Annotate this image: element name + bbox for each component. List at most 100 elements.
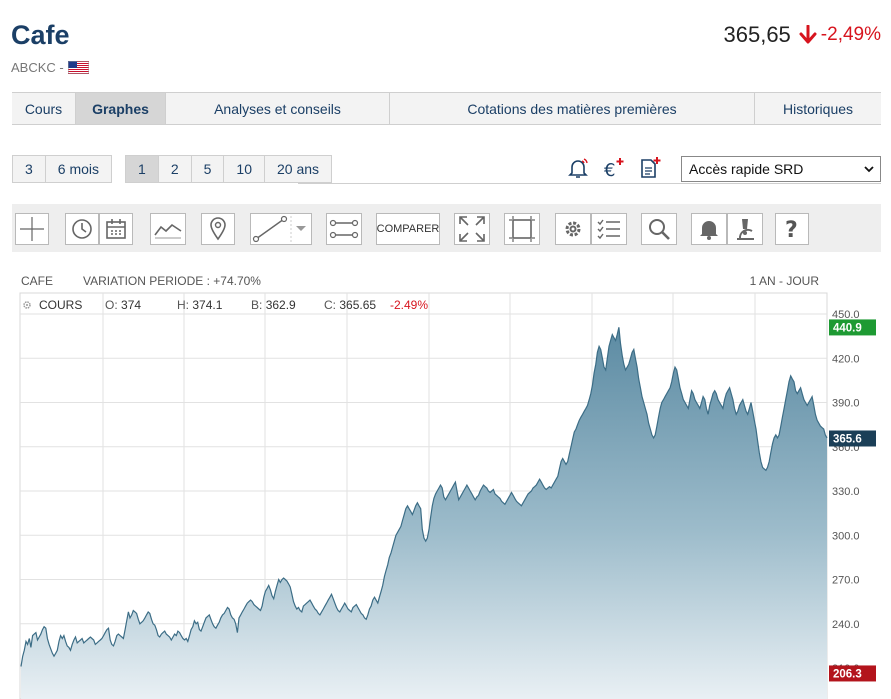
ohlc-high-label: H: <box>177 298 189 312</box>
period-6-months[interactable]: 6 mois <box>46 156 111 182</box>
period-20-years[interactable]: 20 ans <box>265 156 331 182</box>
arrow-down-icon <box>799 25 817 44</box>
period-group-years: 1 2 5 10 20 ans <box>125 155 333 183</box>
chart-toolbar: COMPARER ? <box>12 204 881 252</box>
trendline-icon <box>252 215 306 243</box>
document-add-icon[interactable] <box>637 155 663 181</box>
ticker-code: ABCKC - <box>11 60 64 75</box>
clock-icon <box>72 219 92 239</box>
ohlc-bar: COURS O: 374 H: 374.1 B: 362.9 C: 365.65… <box>21 296 428 314</box>
tab-cours[interactable]: Cours <box>12 93 76 124</box>
period-5-years[interactable]: 5 <box>192 156 225 182</box>
crosshair-tool[interactable] <box>15 213 49 245</box>
tab-analyses[interactable]: Analyses et conseils <box>166 93 390 124</box>
period-10-years[interactable]: 10 <box>224 156 265 182</box>
ohlc-low-label: B: <box>251 298 263 312</box>
fullscreen-tool[interactable] <box>454 213 490 245</box>
map-pin-icon <box>210 217 226 241</box>
ohlc-open: O: 374 <box>105 296 177 314</box>
us-flag-icon <box>67 61 89 74</box>
period-1-year[interactable]: 1 <box>126 156 159 182</box>
compare-button[interactable]: COMPARER <box>376 213 440 245</box>
tab-graphes[interactable]: Graphes <box>76 93 166 124</box>
euro-add-icon[interactable]: € <box>601 155 627 181</box>
ohlc-open-value: 374 <box>121 298 142 312</box>
price-box: 365,65 -2,49% <box>724 22 882 48</box>
search-tool[interactable] <box>641 213 677 245</box>
ohlc-high: H: 374.1 <box>177 296 251 314</box>
frame-icon <box>509 216 535 242</box>
last-price: 365,65 <box>723 22 791 47</box>
range-icon <box>329 219 359 239</box>
ticker-line: ABCKC - <box>11 60 89 75</box>
expand-icon <box>459 216 485 242</box>
ytick-label: 240.0 <box>832 619 860 631</box>
page-header: Cafe ABCKC - 365,65 -2,49% <box>0 0 891 86</box>
tab-historiques[interactable]: Historiques <box>755 93 881 124</box>
ohlc-series-name: COURS <box>39 298 83 312</box>
indicators-tool[interactable] <box>591 213 627 245</box>
ohlc-change-value: -2.49% <box>390 298 429 312</box>
chart-variation: VARIATION PERIODE : +74.70% <box>83 274 261 288</box>
gear-icon <box>565 221 581 237</box>
search-icon <box>649 219 670 240</box>
quick-actions: € <box>565 155 663 181</box>
calendar-icon <box>106 219 126 239</box>
settings-tool[interactable] <box>555 213 591 245</box>
main-tabs: Cours Graphes Analyses et conseils Cotat… <box>12 92 881 125</box>
alert-bell-icon[interactable] <box>565 155 591 181</box>
period-divider <box>298 183 881 184</box>
ohlc-close-label: C: <box>324 298 336 312</box>
svg-text:€: € <box>604 160 615 180</box>
ohlc-high-value: 374.1 <box>192 298 223 312</box>
quick-access-select[interactable]: Accès rapide SRD <box>681 156 881 182</box>
ohlc-close-value: 365.65 <box>339 298 377 312</box>
ytick-label: 300.0 <box>832 530 860 542</box>
ytick-label: 420.0 <box>832 353 860 365</box>
chart-type-tool[interactable] <box>150 213 186 245</box>
chart-instrument-name: CAFE <box>21 274 54 288</box>
compare-label: COMPARER <box>376 223 440 235</box>
ytick-label: 270.0 <box>832 575 860 587</box>
svg-text:?: ? <box>785 218 798 241</box>
frame-tool[interactable] <box>504 213 540 245</box>
range-tool[interactable] <box>326 213 362 245</box>
ytick-label: 390.0 <box>832 398 860 410</box>
line-chart-icon <box>154 223 182 239</box>
period-2-years[interactable]: 2 <box>159 156 192 182</box>
alert-tool[interactable] <box>691 213 727 245</box>
checklist-icon <box>597 219 620 240</box>
gear-icon <box>23 301 31 309</box>
price-change-value: -2,49% <box>820 24 881 45</box>
chevron-down-icon <box>864 166 874 173</box>
price-chart[interactable]: 210.0240.0270.0300.0330.0360.0390.0420.0… <box>0 262 891 699</box>
period-selector: 3 6 mois 1 2 5 10 20 ans <box>12 155 345 183</box>
chart-period-label: 1 AN - JOUR <box>749 274 819 288</box>
chart-area: 210.0240.0270.0300.0330.0360.0390.0420.0… <box>0 262 891 699</box>
period-3-months[interactable]: 3 <box>13 156 46 182</box>
ohlc-change: -2.49% <box>390 296 428 314</box>
help-icon: ? <box>785 218 798 241</box>
calendar-tool[interactable] <box>99 213 133 245</box>
quick-access-value: Accès rapide SRD <box>689 161 804 177</box>
ohlc-close: C: 365.65 <box>324 296 390 314</box>
ytick-label: 330.0 <box>832 486 860 498</box>
min-badge-text: 206.3 <box>833 668 862 680</box>
crosshair-icon <box>20 217 44 241</box>
ohlc-low: B: 362.9 <box>251 296 324 314</box>
microscope-icon <box>737 219 754 240</box>
tab-cotations[interactable]: Cotations des matières premières <box>390 93 755 124</box>
help-tool[interactable]: ? <box>775 213 809 245</box>
price-change: -2,49% <box>799 24 881 46</box>
ohlc-series[interactable]: COURS <box>21 296 105 314</box>
trendline-tool[interactable] <box>250 213 312 245</box>
last-badge-text: 365.6 <box>833 433 862 445</box>
ohlc-low-value: 362.9 <box>265 298 296 312</box>
history-tool[interactable] <box>65 213 99 245</box>
ytick-label: 450.0 <box>832 309 860 321</box>
analysis-tool[interactable] <box>727 213 763 245</box>
marker-tool[interactable] <box>201 213 235 245</box>
period-group-months: 3 6 mois <box>12 155 113 183</box>
chart-header: CAFE VARIATION PERIODE : +74.70% <box>21 274 261 288</box>
bell-icon <box>700 221 718 240</box>
